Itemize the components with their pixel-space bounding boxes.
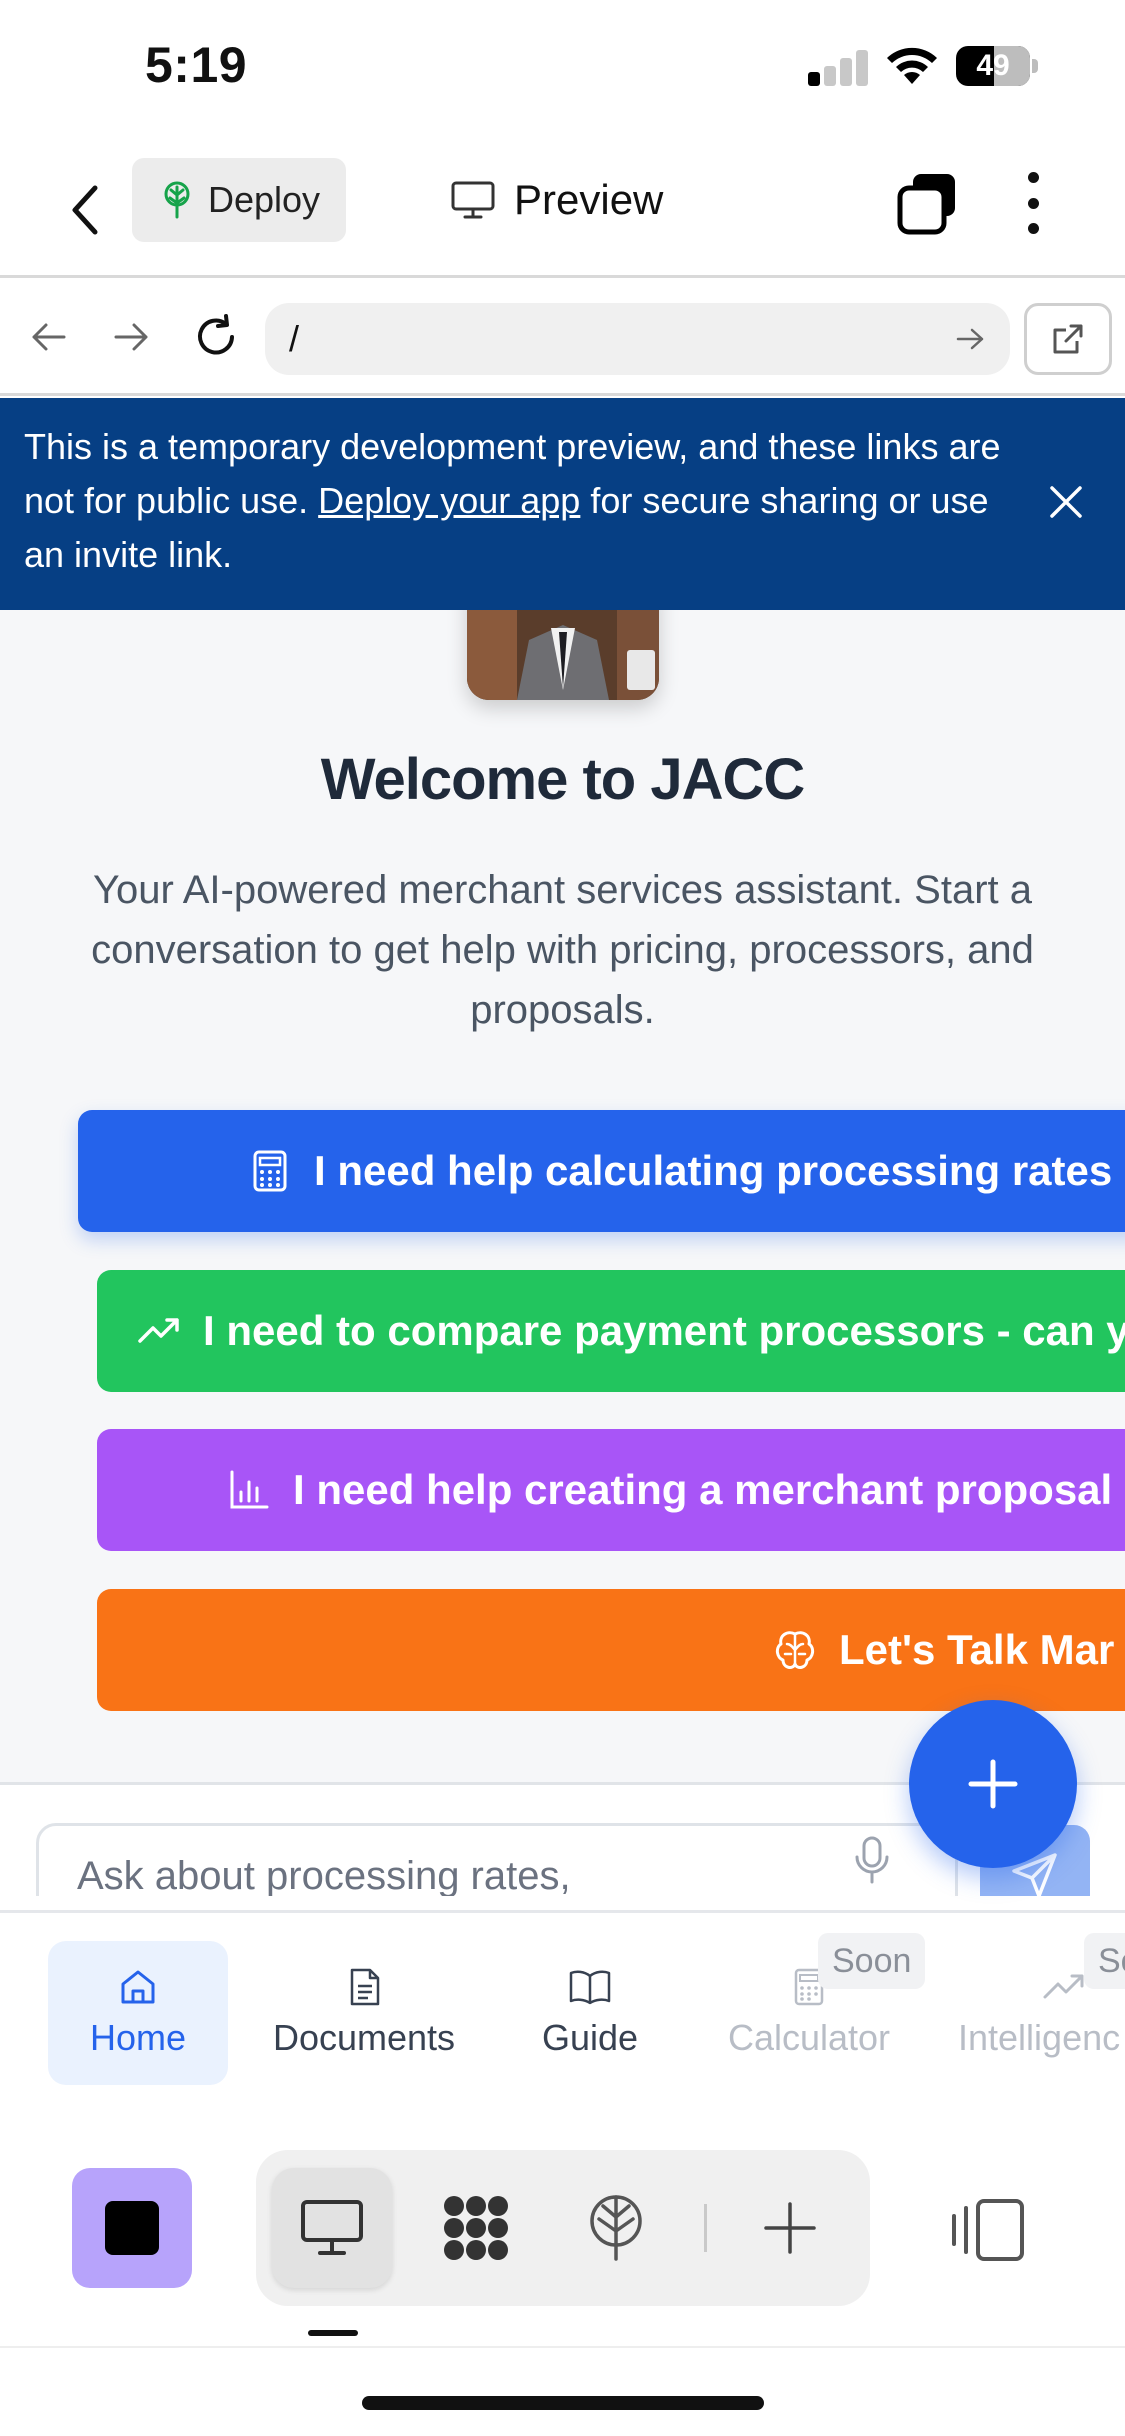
forward-arrow-icon[interactable] [104,309,160,365]
chevron-left-icon [72,185,98,235]
deploy-dock-button[interactable] [556,2168,676,2288]
deploy-app-link[interactable]: Deploy your app [318,480,580,521]
status-bar: 5:19 49 [0,0,1125,140]
close-icon[interactable] [1042,478,1090,526]
active-tab-indicator [308,2330,358,2336]
deploy-tree-icon [590,2195,642,2261]
panel-toggle-icon[interactable] [950,2198,1026,2262]
bottom-nav: Home Documents Guide Calculator Soon Int… [0,1910,1125,2100]
calculator-icon [253,1150,287,1192]
open-external-button[interactable] [1024,303,1112,375]
go-arrow-icon[interactable] [956,327,986,351]
nodes-grid-icon [444,2196,508,2260]
nav-label: Calculator [727,2017,891,2058]
browser-dock [0,2100,1125,2350]
deploy-label: Deploy [208,179,321,220]
nav-label: Guide [541,2017,639,2058]
dock-divider [0,2346,1125,2348]
prompt-label: I need to compare payment processors - c… [203,1307,1125,1354]
workspace-grid-button[interactable] [416,2168,536,2288]
status-time: 5:19 [145,37,248,93]
nav-label: Documents [272,2017,456,2058]
external-link-icon [1053,324,1083,354]
plus-icon [968,1759,1018,1809]
battery-level: 49 [976,49,1010,82]
document-icon [350,1968,380,2006]
preview-monitor-button[interactable] [272,2168,392,2288]
nav-item-home[interactable]: Home [48,1941,228,2085]
brain-icon [775,1631,815,1669]
nav-label: Intelligenc [958,2017,1121,2058]
chat-input[interactable]: Ask about processing rates, [36,1823,958,1896]
wifi-icon [887,47,937,84]
microphone-icon[interactable] [852,1835,892,1885]
app-header: Deploy Preview [0,140,1125,278]
cellular-signal-icon [808,48,870,86]
trending-up-icon [1043,1974,1084,1999]
prompt-compare-processors-button[interactable]: I need to compare payment processors - c… [97,1270,1125,1392]
dock-toolbar [256,2150,870,2306]
soon-badge: So [1084,1933,1125,1989]
reload-icon[interactable] [188,309,244,365]
main-content: Welcome to JACC Your AI-powered merchant… [0,610,1125,1782]
deploy-tree-icon [164,181,190,219]
plus-icon [764,2202,816,2254]
nav-item-guide[interactable]: Guide [500,1941,680,2085]
add-tool-button[interactable] [730,2168,850,2288]
prompt-calculate-rates-button[interactable]: I need help calculating processing rates [78,1110,1125,1232]
url-bar: / [0,281,1125,396]
assistant-avatar [467,610,659,700]
welcome-title: Welcome to JACC [320,747,805,812]
welcome-subtitle: Your AI-powered merchant services assist… [91,868,1034,1032]
battery-icon: 49 [956,46,1038,86]
monitor-icon [301,2200,363,2255]
soon-badge: Soon [818,1933,926,1989]
url-input[interactable]: / [265,303,1010,375]
tabs-icon[interactable] [895,170,961,236]
tab-preview[interactable]: Preview [450,170,663,230]
more-options-button[interactable] [1018,168,1048,238]
prompt-label: Let's Talk Mar [839,1626,1115,1673]
home-indicator[interactable] [362,2396,764,2410]
monitor-icon [451,181,495,219]
bar-chart-icon [230,1470,269,1509]
prompt-lets-talk-button[interactable]: Let's Talk Mar [97,1589,1125,1711]
new-chat-fab[interactable] [909,1700,1077,1868]
back-button[interactable] [60,170,110,250]
prompt-merchant-proposal-button[interactable]: I need help creating a merchant proposal [97,1429,1125,1551]
preview-label: Preview [514,176,664,223]
nav-label: Home [89,2017,187,2058]
app-switcher-button[interactable] [72,2168,192,2288]
dev-preview-banner: This is a temporary development preview,… [0,398,1125,610]
back-arrow-icon[interactable] [20,309,76,365]
nav-item-documents[interactable]: Documents [254,1941,474,2085]
prompt-label: I need help calculating processing rates [314,1147,1113,1194]
url-text: / [289,318,300,359]
home-icon [121,1970,155,2004]
book-icon [569,1970,611,2005]
prompt-label: I need help creating a merchant proposal [293,1466,1113,1513]
trending-up-icon [138,1318,179,1343]
deploy-button[interactable]: Deploy [132,158,346,242]
